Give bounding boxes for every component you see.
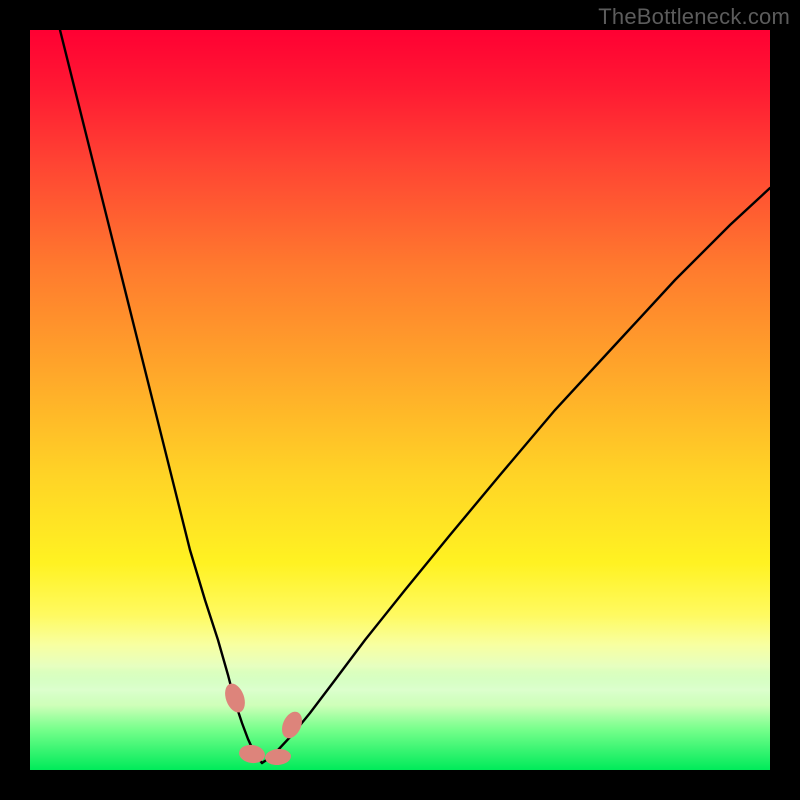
plot-area [30, 30, 770, 770]
chart-frame: TheBottleneck.com [0, 0, 800, 800]
attribution-text: TheBottleneck.com [598, 4, 790, 30]
